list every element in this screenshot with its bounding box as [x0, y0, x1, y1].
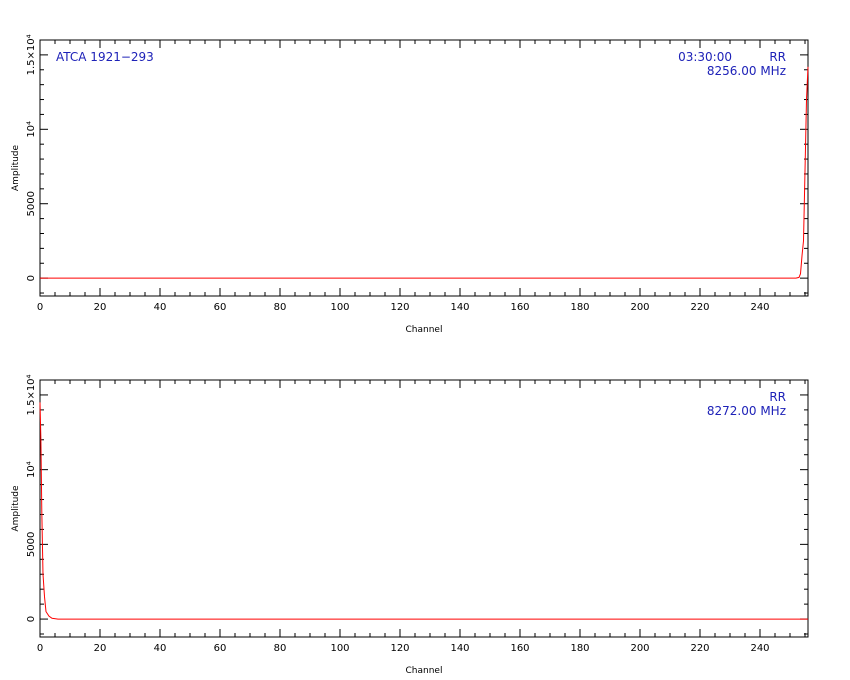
x-tick-label: 40: [154, 643, 167, 654]
panel-bottom-frame: [39, 379, 809, 638]
panel-top-source-label: ATCA 1921−293: [56, 50, 154, 64]
y-tick-label: 10⁴: [26, 461, 37, 478]
panel-bottom: 0 20 40 60 80 100 120 140 160 180 200 220 240 0 5000 1…: [11, 374, 809, 676]
x-tick-label: 140: [450, 643, 469, 654]
y-tick-label: 5000: [26, 532, 37, 557]
x-tick-label: 20: [94, 643, 107, 654]
panel-top-ticks: [39, 39, 808, 296]
x-tick-label: 40: [154, 302, 167, 313]
x-tick-label: 160: [510, 643, 529, 654]
panel-top-frequency-label: 8256.00 MHz: [707, 64, 786, 78]
panel-top-polarization-label: RR: [769, 50, 786, 64]
panel-top-x-tick-labels: 0 20 40 60 80 100 120 140 160 180 200 220 240: [37, 302, 770, 313]
panel-bottom-frequency-label: 8272.00 MHz: [707, 404, 786, 418]
x-tick-label: 180: [570, 302, 589, 313]
panel-top-y-tick-labels: 0 5000 10⁴ 1.5×10⁴: [26, 34, 37, 281]
panel-top-time-label: 03:30:00: [678, 50, 732, 64]
x-tick-label: 100: [330, 643, 349, 654]
panel-bottom-x-tick-labels: 0 20 40 60 80 100 120 140 160 180 200 220 240: [37, 643, 770, 654]
panel-bottom-x-axis-title: Channel: [406, 666, 443, 676]
x-tick-label: 240: [750, 643, 769, 654]
y-tick-label: 0: [26, 275, 37, 281]
x-tick-label: 200: [630, 643, 649, 654]
x-tick-label: 200: [630, 302, 649, 313]
panel-bottom-y-tick-labels: 0 5000 10⁴ 1.5×10⁴: [26, 374, 37, 622]
panel-bottom-series-line: [39, 402, 808, 620]
x-tick-label: 140: [450, 302, 469, 313]
x-tick-label: 60: [214, 643, 227, 654]
x-tick-label: 160: [510, 302, 529, 313]
x-tick-label: 20: [94, 302, 107, 313]
panel-bottom-ticks: [39, 379, 808, 637]
y-tick-label: 1.5×10⁴: [26, 374, 37, 415]
panel-bottom-y-axis-title: Amplitude: [11, 485, 21, 532]
x-tick-label: 220: [690, 643, 709, 654]
panel-top: 0 20 40 60 80 100 120 140 160 180 200 220 240 0 5000 1…: [11, 34, 809, 335]
x-tick-label: 0: [37, 643, 43, 654]
y-tick-label: 5000: [26, 191, 37, 216]
panel-bottom-polarization-label: RR: [769, 390, 786, 404]
x-tick-label: 220: [690, 302, 709, 313]
y-tick-label: 1.5×10⁴: [26, 34, 37, 75]
x-tick-label: 240: [750, 302, 769, 313]
x-tick-label: 180: [570, 643, 589, 654]
x-tick-label: 0: [37, 302, 43, 313]
panel-top-frame: [39, 39, 809, 297]
y-tick-label: 0: [26, 616, 37, 622]
x-tick-label: 80: [274, 302, 287, 313]
panel-top-x-axis-title: Channel: [406, 325, 443, 335]
y-tick-label: 10⁴: [26, 121, 37, 138]
chart-root: 0 20 40 60 80 100 120 140 160 180 200 220 240 050001…: [11, 34, 809, 676]
x-tick-label: 100: [330, 302, 349, 313]
x-tick-label: 60: [214, 302, 227, 313]
x-tick-label: 120: [390, 643, 409, 654]
panel-top-series-line: [40, 66, 809, 279]
x-tick-label: 80: [274, 643, 287, 654]
x-tick-label: 120: [390, 302, 409, 313]
panel-top-y-axis-title: Amplitude: [11, 144, 21, 191]
